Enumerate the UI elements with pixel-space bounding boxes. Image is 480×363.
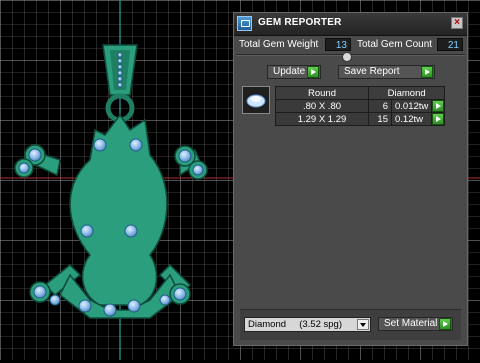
- gem-table: Round Diamond .80 X .80 6 0.012tw 1.29 X…: [275, 86, 446, 126]
- gem-weight: 0.12tw: [390, 112, 433, 126]
- material-selected-value: Diamond (3.52 spg): [248, 319, 342, 330]
- row-go-button[interactable]: [431, 99, 446, 113]
- gem-qty: 6: [368, 99, 392, 113]
- window-title: GEM REPORTER: [258, 17, 342, 28]
- gem-icon: [242, 86, 270, 114]
- title-bar[interactable]: GEM REPORTER ×: [234, 13, 467, 36]
- collapse-icon[interactable]: [342, 52, 352, 62]
- close-icon[interactable]: ×: [451, 17, 463, 29]
- row-go-button[interactable]: [431, 112, 446, 126]
- go-arrow-icon: [307, 66, 319, 78]
- gem-weight: 0.012tw: [390, 99, 433, 113]
- table-row[interactable]: 1.29 X 1.29 15 0.12tw: [275, 112, 446, 126]
- go-arrow-icon: [432, 113, 445, 125]
- total-count-value: 21: [437, 38, 463, 51]
- save-report-button[interactable]: Save Report: [338, 65, 435, 79]
- col-header-stone: Diamond: [367, 86, 446, 100]
- gem-size: .80 X .80: [275, 99, 369, 113]
- go-arrow-icon: [439, 318, 451, 330]
- update-button[interactable]: Update: [267, 65, 321, 79]
- table-row[interactable]: .80 X .80 6 0.012tw: [275, 99, 446, 113]
- app-icon: [237, 16, 252, 31]
- set-material-button[interactable]: Set Material: [378, 317, 453, 331]
- col-header-cut: Round: [275, 86, 369, 100]
- go-arrow-icon: [432, 100, 445, 112]
- go-arrow-icon: [421, 66, 433, 78]
- gem-qty: 15: [368, 112, 392, 126]
- material-select[interactable]: Diamond (3.52 spg): [244, 317, 371, 332]
- save-report-button-label: Save Report: [344, 66, 400, 77]
- update-button-label: Update: [273, 66, 306, 77]
- dropdown-arrow-icon[interactable]: [357, 319, 369, 330]
- gem-reporter-panel: GEM REPORTER × Total Gem Weight 13 Total…: [233, 12, 468, 346]
- gem-size: 1.29 X 1.29: [275, 112, 369, 126]
- total-count-label: Total Gem Count: [357, 39, 433, 50]
- total-weight-label: Total Gem Weight: [239, 39, 319, 50]
- set-material-button-label: Set Material: [384, 318, 438, 329]
- total-weight-value: 13: [325, 38, 351, 51]
